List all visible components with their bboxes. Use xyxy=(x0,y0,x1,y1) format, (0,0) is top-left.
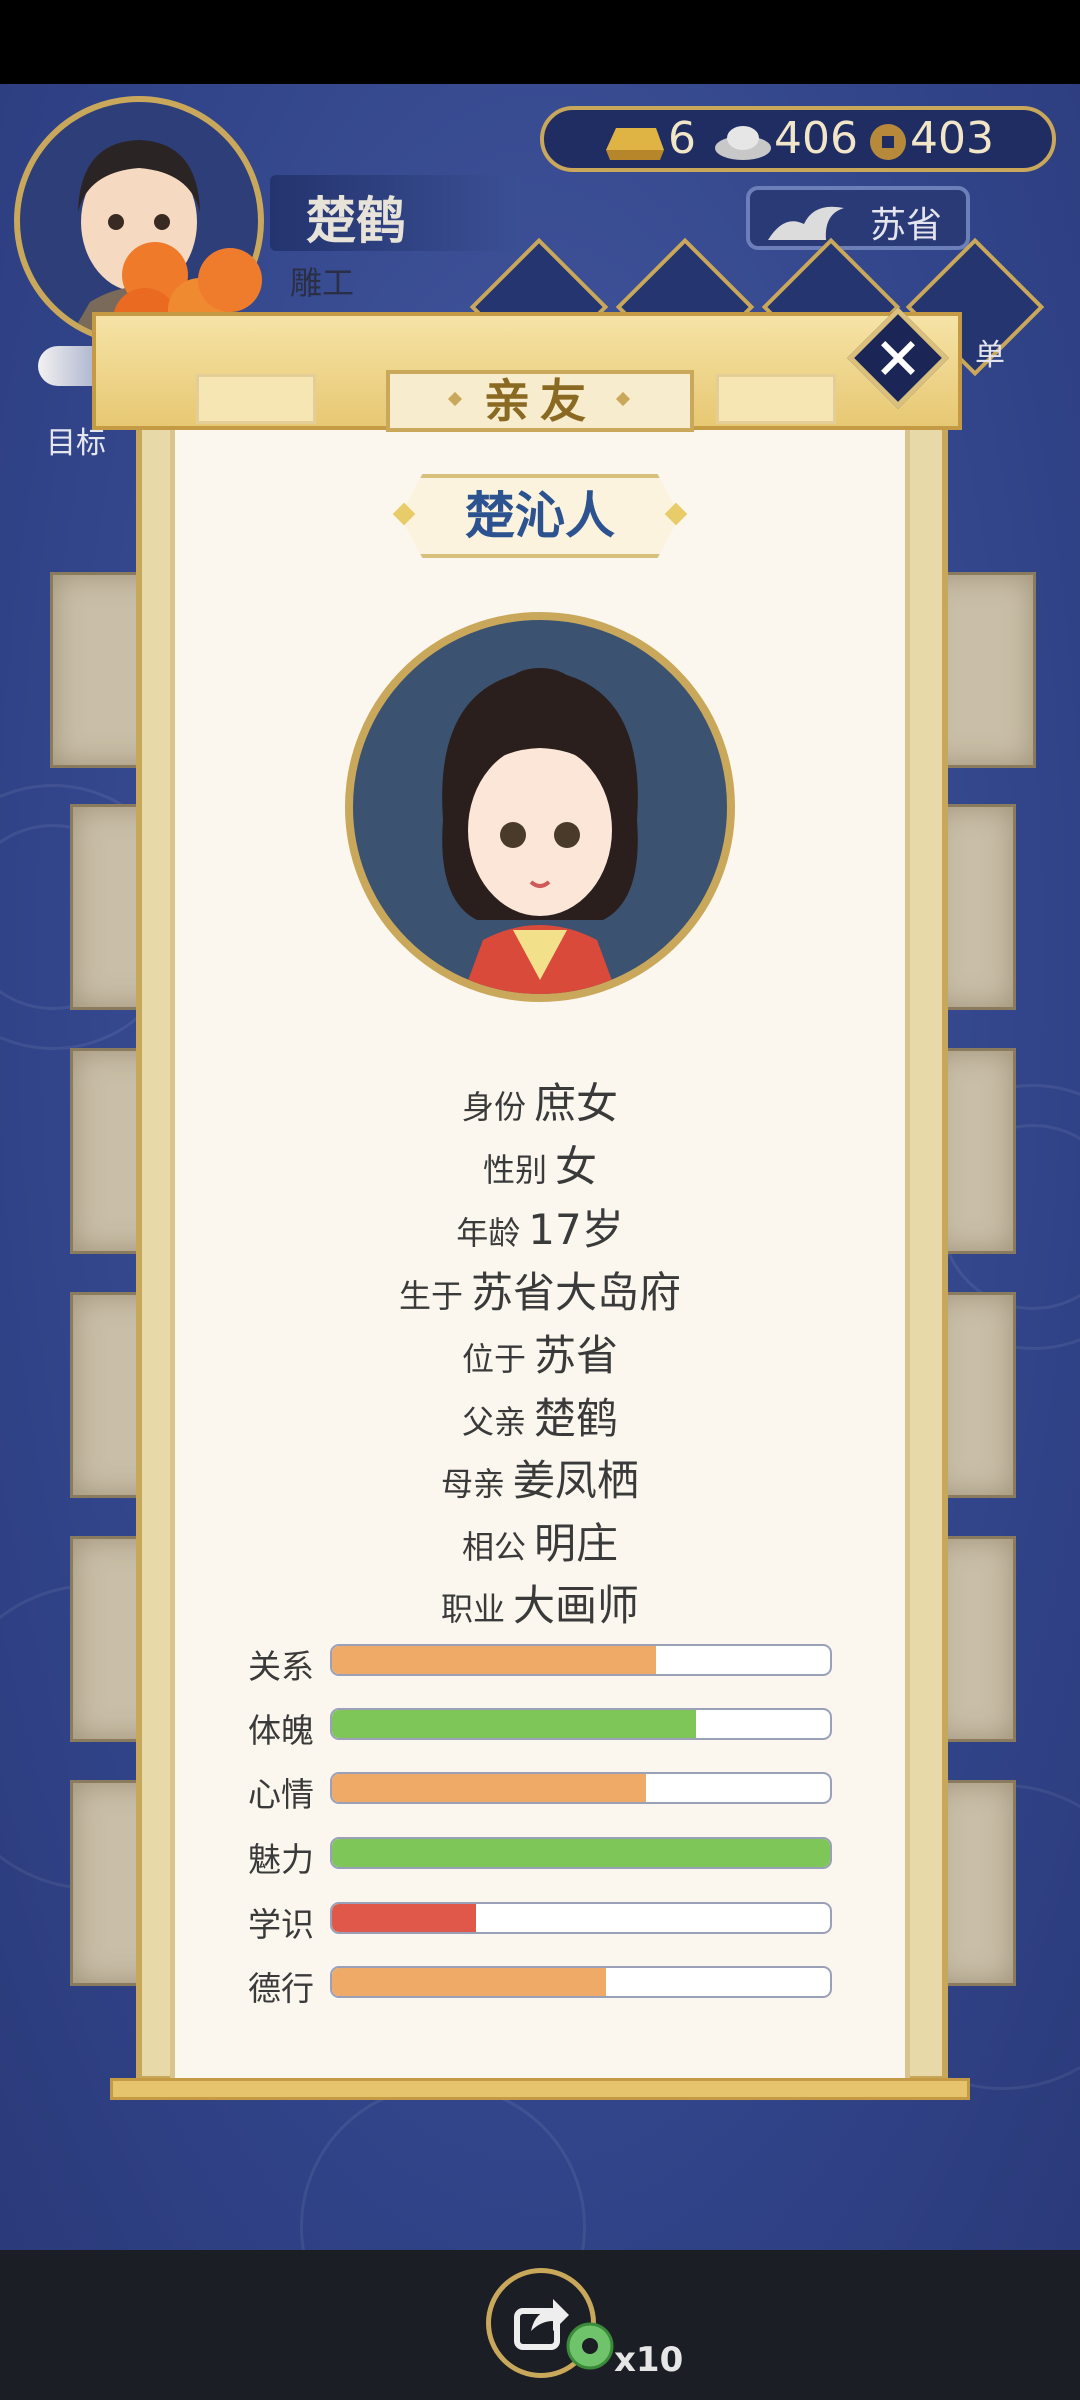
modal-title: 亲友 xyxy=(484,374,596,428)
stat-label-charm: 魅力 xyxy=(248,1840,314,1879)
silver-count: 406 xyxy=(774,113,858,164)
info-row-birthplace: 生于 苏省大岛府 xyxy=(398,1268,682,1317)
stat-fill xyxy=(332,1839,830,1867)
stat-bar-knowledge xyxy=(330,1902,832,1934)
gold-count: 6 xyxy=(668,113,696,164)
jade-coin-icon xyxy=(566,2322,614,2370)
info-row-profession: 职业 大画师 xyxy=(440,1581,640,1630)
share-count: x10 xyxy=(614,2340,684,2380)
character-portrait xyxy=(345,612,735,1002)
coin-count: 403 xyxy=(910,113,994,164)
player-name: 楚鹤 xyxy=(306,192,406,250)
region-button[interactable]: 苏省 xyxy=(746,186,970,250)
stat-label-virtue: 德行 xyxy=(248,1969,314,2008)
menu-partial-label: 单 xyxy=(975,338,1005,373)
mountain-region-icon xyxy=(768,206,844,240)
silver-ingot-icon xyxy=(715,126,771,160)
info-row-mother: 母亲 姜凤栖 xyxy=(440,1456,640,1505)
character-name: 楚沁人 xyxy=(465,487,615,545)
stat-bar-charm xyxy=(330,1837,832,1869)
player-occupation: 雕工 xyxy=(290,264,355,302)
stat-fill xyxy=(332,1646,656,1674)
stat-label-physique: 体魄 xyxy=(248,1711,314,1750)
currency-bar: 6 406 403 xyxy=(540,106,1056,172)
stat-fill xyxy=(332,1904,477,1932)
stat-fill xyxy=(332,1774,646,1802)
stat-label-mood: 心情 xyxy=(248,1775,314,1814)
stat-label-relationship: 关系 xyxy=(248,1647,314,1686)
stat-label-knowledge: 学识 xyxy=(248,1905,314,1944)
info-row-gender: 性别女 xyxy=(482,1142,598,1191)
stat-bar-relationship xyxy=(330,1644,832,1676)
info-row-husband: 相公 明庄 xyxy=(461,1519,619,1568)
status-bar xyxy=(0,0,1080,84)
modal-scroll-bottom xyxy=(110,2078,970,2100)
info-row-age: 年龄 17岁 xyxy=(456,1205,624,1254)
info-row-identity: 身份 庶女 xyxy=(461,1079,619,1128)
stat-bar-physique xyxy=(330,1708,832,1740)
stat-fill xyxy=(332,1968,606,1996)
character-portrait-icon xyxy=(442,668,638,994)
stat-bar-virtue xyxy=(330,1966,832,1998)
stat-bar-mood xyxy=(330,1772,832,1804)
modal-title-plate: 亲友 xyxy=(386,370,694,432)
region-label: 苏省 xyxy=(870,205,943,246)
info-row-father: 父亲 楚鹤 xyxy=(461,1394,619,1443)
info-row-location: 位于 苏省 xyxy=(461,1331,619,1380)
player-name-plate: 楚鹤 xyxy=(270,175,520,251)
gold-ingot-icon xyxy=(606,128,664,160)
stat-fill xyxy=(332,1710,696,1738)
character-name-badge: 楚沁人 xyxy=(400,474,680,558)
copper-coin-icon xyxy=(870,124,906,160)
